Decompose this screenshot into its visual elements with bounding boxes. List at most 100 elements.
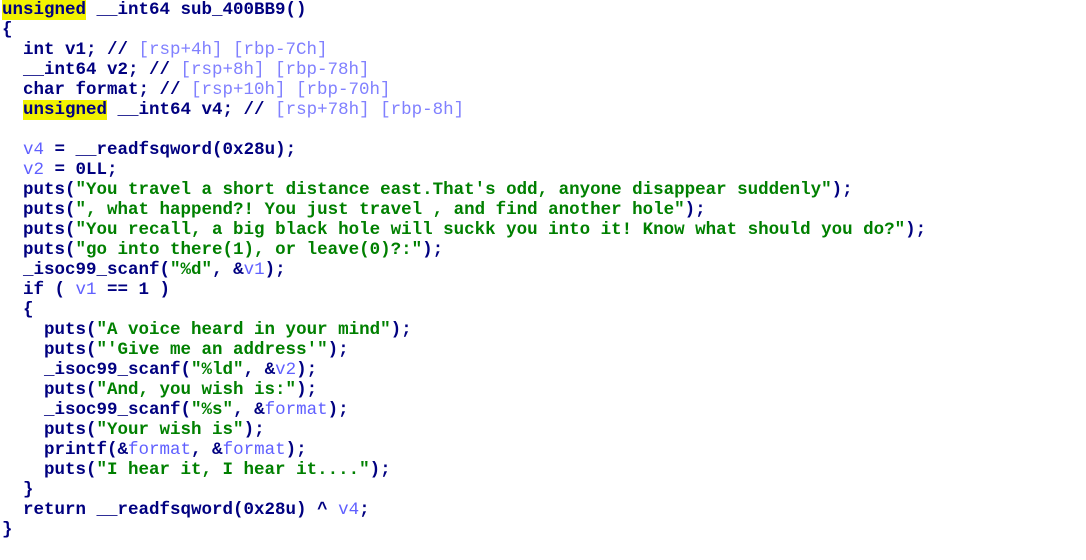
decl-v1[interactable]: int v1; // — [2, 40, 139, 60]
var-v4[interactable]: v4 — [338, 500, 359, 520]
scanf-v2-line[interactable]: _isoc99_scanf("%ld", &v2); — [2, 360, 926, 380]
format-string[interactable]: "%s" — [191, 400, 233, 420]
string-literal[interactable]: "Your wish is" — [97, 420, 244, 440]
var-v2[interactable]: v2 — [275, 360, 296, 380]
var-format[interactable]: format — [223, 440, 286, 460]
assign-zero[interactable]: = 0LL; — [44, 160, 118, 180]
scanf-call[interactable]: _isoc99_scanf( — [44, 360, 191, 380]
scanf-v1-line[interactable]: _isoc99_scanf("%d", &v1); — [2, 260, 926, 280]
assign-v2-line[interactable]: v2 = 0LL; — [2, 160, 926, 180]
var-v1[interactable]: v1 — [244, 260, 265, 280]
decl-format[interactable]: char format; // — [2, 80, 191, 100]
string-literal[interactable]: ", what happend?! You just travel , and … — [76, 200, 685, 220]
scanf-call[interactable]: _isoc99_scanf( — [23, 260, 170, 280]
puts-call[interactable]: puts( — [23, 220, 76, 240]
var-v4[interactable]: v4 — [23, 140, 44, 160]
puts-line-6[interactable]: puts("'Give me an address'"); — [2, 340, 926, 360]
close-paren: ); — [831, 180, 853, 200]
close-brace: } — [2, 520, 13, 540]
puts-line-3[interactable]: puts("You recall, a big black hole will … — [2, 220, 926, 240]
decl-format-line[interactable]: char format; // [rsp+10h] [rbp-70h] — [2, 80, 926, 100]
var-v1[interactable]: v1 — [76, 280, 97, 300]
function-signature[interactable]: __int64 sub_400BB9() — [86, 0, 307, 20]
decl-v2-line[interactable]: __int64 v2; // [rsp+8h] [rbp-78h] — [2, 60, 926, 80]
close-paren: ); — [369, 460, 391, 480]
puts-line-8[interactable]: puts("Your wish is"); — [2, 420, 926, 440]
if-condition[interactable]: == 1 ) — [97, 280, 170, 300]
puts-line-4[interactable]: puts("go into there(1), or leave(0)?:"); — [2, 240, 926, 260]
puts-call[interactable]: puts( — [44, 320, 97, 340]
string-literal[interactable]: "You recall, a big black hole will suckk… — [76, 220, 906, 240]
close-brace-line: } — [2, 520, 926, 540]
puts-line-9[interactable]: puts("I hear it, I hear it...."); — [2, 460, 926, 480]
return-statement[interactable]: return __readfsqword(0x28u) ^ — [23, 500, 338, 520]
address-of: , & — [233, 400, 265, 420]
string-literal[interactable]: "And, you wish is:" — [97, 380, 297, 400]
if-keyword[interactable]: if ( — [23, 280, 76, 300]
string-literal[interactable]: "I hear it, I hear it...." — [97, 460, 370, 480]
puts-call[interactable]: puts( — [23, 200, 76, 220]
format-string[interactable]: "%d" — [170, 260, 212, 280]
decl-v4-line[interactable]: unsigned __int64 v4; // [rsp+78h] [rbp-8… — [2, 100, 926, 120]
if-close-brace-line: } — [2, 480, 926, 500]
format-string[interactable]: "%ld" — [191, 360, 244, 380]
printf-line[interactable]: printf(&format, &format); — [2, 440, 926, 460]
unsigned-keyword[interactable]: unsigned — [2, 0, 87, 20]
puts-call[interactable]: puts( — [23, 240, 76, 260]
readfsqword-call[interactable]: = __readfsqword(0x28u); — [44, 140, 297, 160]
printf-call[interactable]: printf(& — [44, 440, 128, 460]
decl-v4[interactable]: __int64 v4; // — [107, 100, 275, 120]
puts-line-1[interactable]: puts("You travel a short distance east.T… — [2, 180, 926, 200]
puts-call[interactable]: puts( — [44, 340, 97, 360]
var-v2[interactable]: v2 — [23, 160, 44, 180]
string-literal[interactable]: "You travel a short distance east.That's… — [76, 180, 832, 200]
address-of: , & — [191, 440, 223, 460]
puts-line-2[interactable]: puts(", what happend?! You just travel ,… — [2, 200, 926, 220]
return-line[interactable]: return __readfsqword(0x28u) ^ v4; — [2, 500, 926, 520]
scanf-format-line[interactable]: _isoc99_scanf("%s", &format); — [2, 400, 926, 420]
semicolon: ; — [359, 500, 370, 520]
close-paren: ); — [264, 260, 286, 280]
puts-call[interactable]: puts( — [44, 460, 97, 480]
puts-call[interactable]: puts( — [44, 380, 97, 400]
puts-call[interactable]: puts( — [44, 420, 97, 440]
close-paren: ); — [285, 440, 307, 460]
var-format[interactable]: format — [265, 400, 328, 420]
close-paren: ); — [905, 220, 927, 240]
close-paren: ); — [327, 400, 349, 420]
open-brace: { — [2, 20, 13, 40]
puts-line-5[interactable]: puts("A voice heard in your mind"); — [2, 320, 926, 340]
stack-offset-v4: [rsp+78h] [rbp-8h] — [275, 100, 465, 120]
var-format[interactable]: format — [128, 440, 191, 460]
close-paren: ); — [296, 380, 318, 400]
function-signature-line[interactable]: unsigned __int64 sub_400BB9() — [2, 0, 926, 20]
decl-v2[interactable]: __int64 v2; // — [2, 60, 181, 80]
pseudocode-view[interactable]: unsigned __int64 sub_400BB9(){ int v1; /… — [2, 0, 926, 540]
puts-call[interactable]: puts( — [23, 180, 76, 200]
string-literal[interactable]: "'Give me an address'" — [97, 340, 328, 360]
decl-v1-line[interactable]: int v1; // [rsp+4h] [rbp-7Ch] — [2, 40, 926, 60]
close-paren: ); — [390, 320, 412, 340]
open-brace-line: { — [2, 20, 926, 40]
scanf-call[interactable]: _isoc99_scanf( — [44, 400, 191, 420]
stack-offset-format: [rsp+10h] [rbp-70h] — [191, 80, 391, 100]
close-paren: ); — [422, 240, 444, 260]
open-brace: { — [23, 300, 34, 320]
string-literal[interactable]: "A voice heard in your mind" — [97, 320, 391, 340]
string-literal[interactable]: "go into there(1), or leave(0)?:" — [76, 240, 423, 260]
close-brace: } — [23, 480, 34, 500]
assign-v4-line[interactable]: v4 = __readfsqword(0x28u); — [2, 140, 926, 160]
puts-line-7[interactable]: puts("And, you wish is:"); — [2, 380, 926, 400]
close-paren: ); — [296, 360, 318, 380]
if-line[interactable]: if ( v1 == 1 ) — [2, 280, 926, 300]
address-of: , & — [243, 360, 276, 380]
stack-offset-v1: [rsp+4h] [rbp-7Ch] — [138, 40, 328, 60]
if-open-brace-line: { — [2, 300, 926, 320]
stack-offset-v2: [rsp+8h] [rbp-78h] — [180, 60, 370, 80]
unsigned-keyword-v4[interactable]: unsigned — [23, 100, 108, 120]
close-paren: ); — [684, 200, 706, 220]
close-paren: ); — [243, 420, 265, 440]
address-of: , & — [212, 260, 244, 280]
